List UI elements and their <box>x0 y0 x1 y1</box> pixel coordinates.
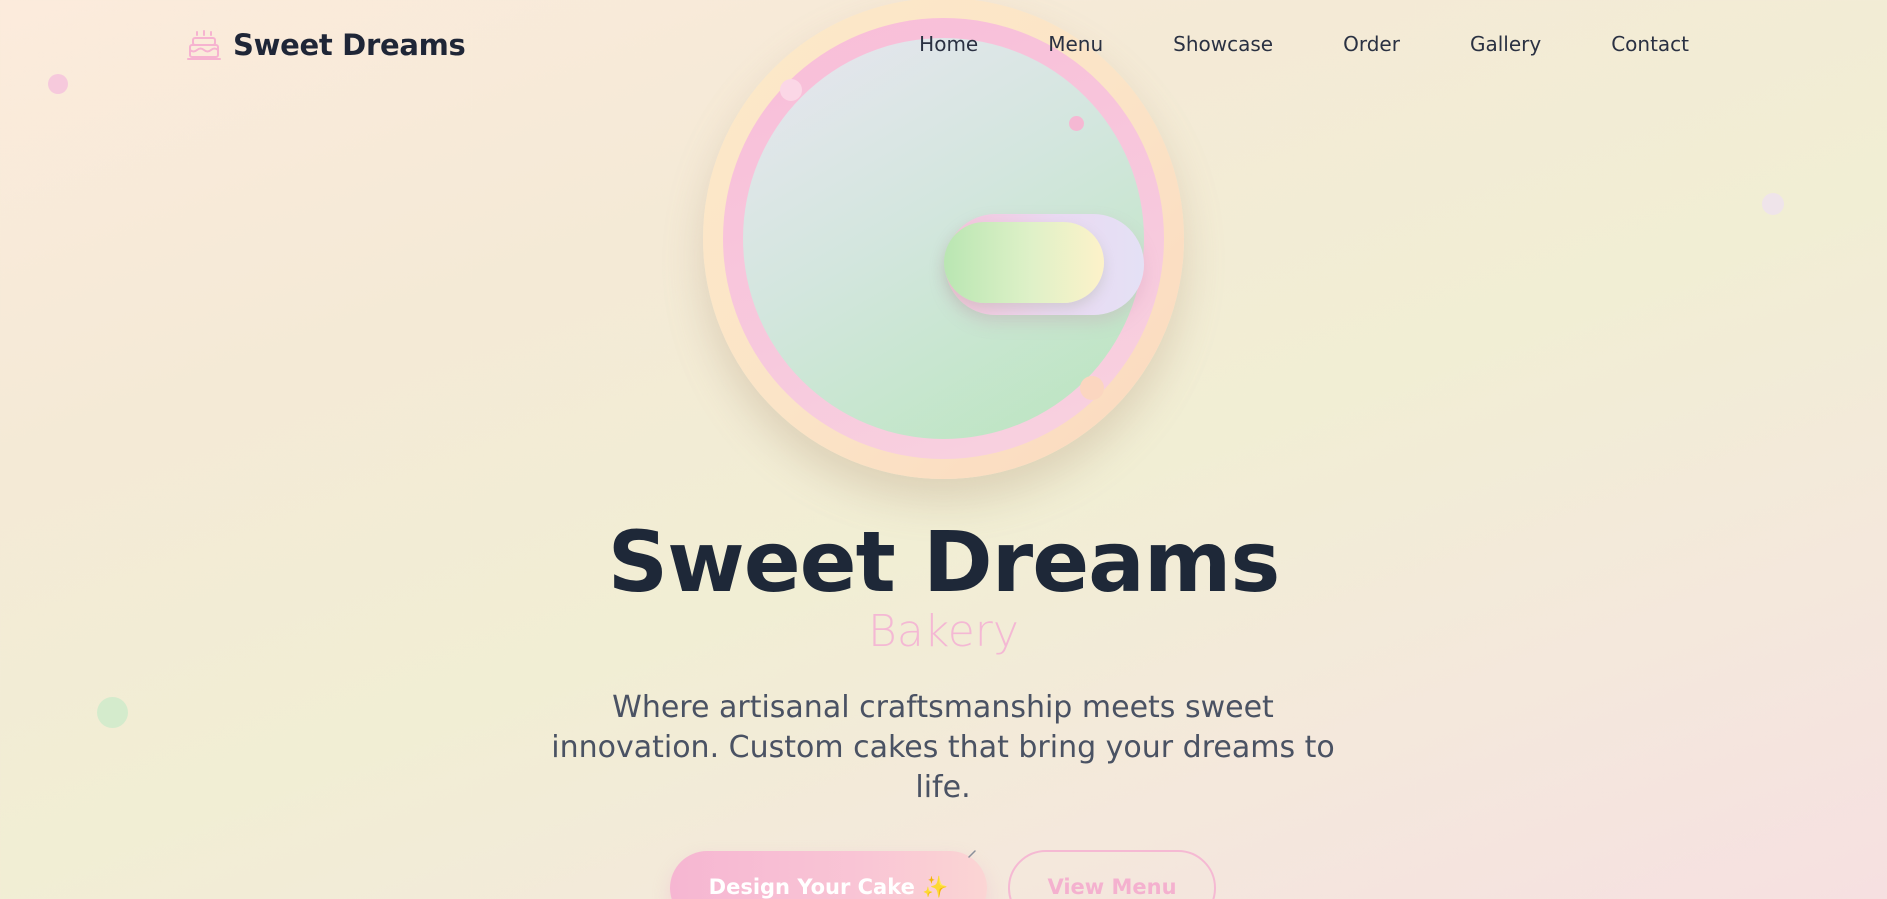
nav-link-home[interactable]: Home <box>884 29 1013 59</box>
top-navigation: Sweet Dreams Home Menu Showcase Order Ga… <box>0 0 1887 90</box>
nav-link-gallery[interactable]: Gallery <box>1435 29 1576 59</box>
design-your-cake-button[interactable]: Design Your Cake ✨ <box>670 851 987 899</box>
view-menu-button[interactable]: View Menu <box>1008 850 1216 899</box>
nav-link-menu[interactable]: Menu <box>1013 29 1138 59</box>
nav-link-contact[interactable]: Contact <box>1576 29 1689 59</box>
sprinkle-decoration <box>1069 116 1084 131</box>
brand-name: Sweet Dreams <box>233 28 466 62</box>
nav-link-showcase[interactable]: Showcase <box>1138 29 1308 59</box>
nav-link-order[interactable]: Order <box>1308 29 1435 59</box>
brand-logo[interactable]: Sweet Dreams <box>186 27 466 63</box>
theme-toggle-knob[interactable] <box>944 222 1104 303</box>
birthday-cake-icon <box>187 30 221 60</box>
decorative-dot <box>97 697 128 728</box>
sprinkle-decoration <box>1080 376 1104 400</box>
decorative-dot <box>1762 193 1784 215</box>
hero-title: Sweet Dreams <box>607 513 1281 611</box>
sparkle-icon <box>968 850 976 858</box>
hero-subtitle: Bakery <box>868 606 1019 657</box>
nav-links: Home Menu Showcase Order Gallery Contact <box>884 29 1689 59</box>
hero-description: Where artisanal craftsmanship meets swee… <box>551 690 1335 805</box>
